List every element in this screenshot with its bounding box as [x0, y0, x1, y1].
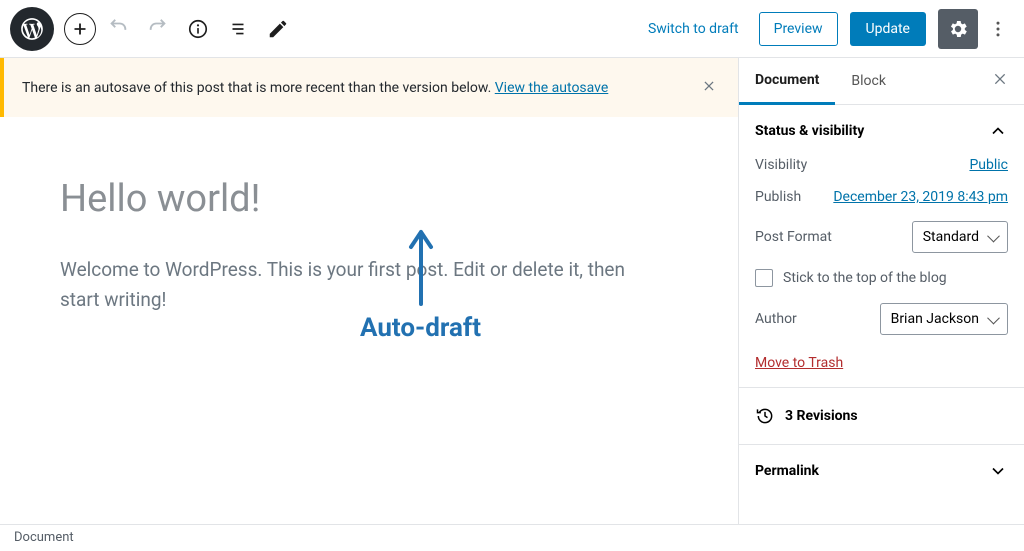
wordpress-logo[interactable]: [10, 7, 54, 51]
redo-button[interactable]: [140, 11, 176, 47]
outline-button[interactable]: [220, 11, 256, 47]
sticky-label: Stick to the top of the blog: [783, 270, 947, 286]
sticky-checkbox[interactable]: [755, 269, 773, 287]
arrow-up-icon: [406, 227, 436, 307]
author-select[interactable]: Brian Jackson: [880, 303, 1008, 335]
annotation-overlay: Auto-draft: [360, 227, 481, 343]
sidebar-tabs: Document Block: [739, 58, 1024, 105]
chevron-up-icon: [988, 121, 1008, 141]
close-icon: [702, 79, 716, 93]
author-label: Author: [755, 311, 797, 327]
autosave-notice: There is an autosave of this post that i…: [0, 58, 738, 117]
info-button[interactable]: [180, 11, 216, 47]
switch-to-draft-button[interactable]: Switch to draft: [636, 13, 751, 45]
revisions-panel[interactable]: 3 Revisions: [739, 388, 1024, 445]
pencil-icon: [267, 18, 289, 40]
edit-button[interactable]: [260, 11, 296, 47]
undo-button[interactable]: [100, 11, 136, 47]
plus-icon: [69, 18, 91, 40]
gear-icon: [947, 18, 969, 40]
visibility-value[interactable]: Public: [969, 157, 1008, 173]
redo-icon: [147, 18, 169, 40]
notice-close-button[interactable]: [698, 74, 720, 101]
editor-canvas: There is an autosave of this post that i…: [0, 58, 738, 524]
post-content[interactable]: Welcome to WordPress. This is your first…: [60, 255, 640, 316]
permalink-panel-toggle[interactable]: Permalink: [739, 445, 1024, 497]
footer-breadcrumb: Document: [0, 524, 1024, 551]
notice-text: There is an autosave of this post that i…: [22, 80, 495, 96]
post-format-select[interactable]: Standard: [912, 221, 1008, 253]
dots-vertical-icon: [988, 19, 1008, 39]
publish-date[interactable]: December 23, 2019 8:43 pm: [833, 189, 1008, 205]
close-icon: [992, 71, 1008, 87]
top-toolbar: Switch to draft Preview Update: [0, 0, 1024, 58]
preview-button[interactable]: Preview: [759, 12, 838, 46]
more-options-button[interactable]: [982, 9, 1014, 49]
chevron-down-icon: [988, 461, 1008, 481]
undo-icon: [107, 18, 129, 40]
status-visibility-toggle[interactable]: Status & visibility: [739, 105, 1024, 157]
visibility-label: Visibility: [755, 157, 807, 173]
sidebar-close-button[interactable]: [982, 61, 1018, 101]
move-to-trash-link[interactable]: Move to Trash: [755, 355, 843, 371]
settings-button[interactable]: [938, 9, 978, 49]
wordpress-icon: [19, 16, 45, 42]
info-icon: [187, 18, 209, 40]
list-icon: [227, 18, 249, 40]
post-title[interactable]: Hello world!: [60, 177, 678, 221]
history-icon: [755, 406, 775, 426]
settings-sidebar: Document Block Status & visibility Visib…: [738, 58, 1024, 524]
update-button[interactable]: Update: [850, 12, 926, 46]
add-block-button[interactable]: [64, 13, 96, 45]
status-visibility-panel: Status & visibility Visibility Public Pu…: [739, 105, 1024, 388]
post-format-label: Post Format: [755, 229, 832, 245]
tab-document[interactable]: Document: [739, 58, 835, 105]
view-autosave-link[interactable]: View the autosave: [495, 80, 609, 96]
publish-label: Publish: [755, 189, 801, 205]
tab-block[interactable]: Block: [835, 59, 902, 103]
